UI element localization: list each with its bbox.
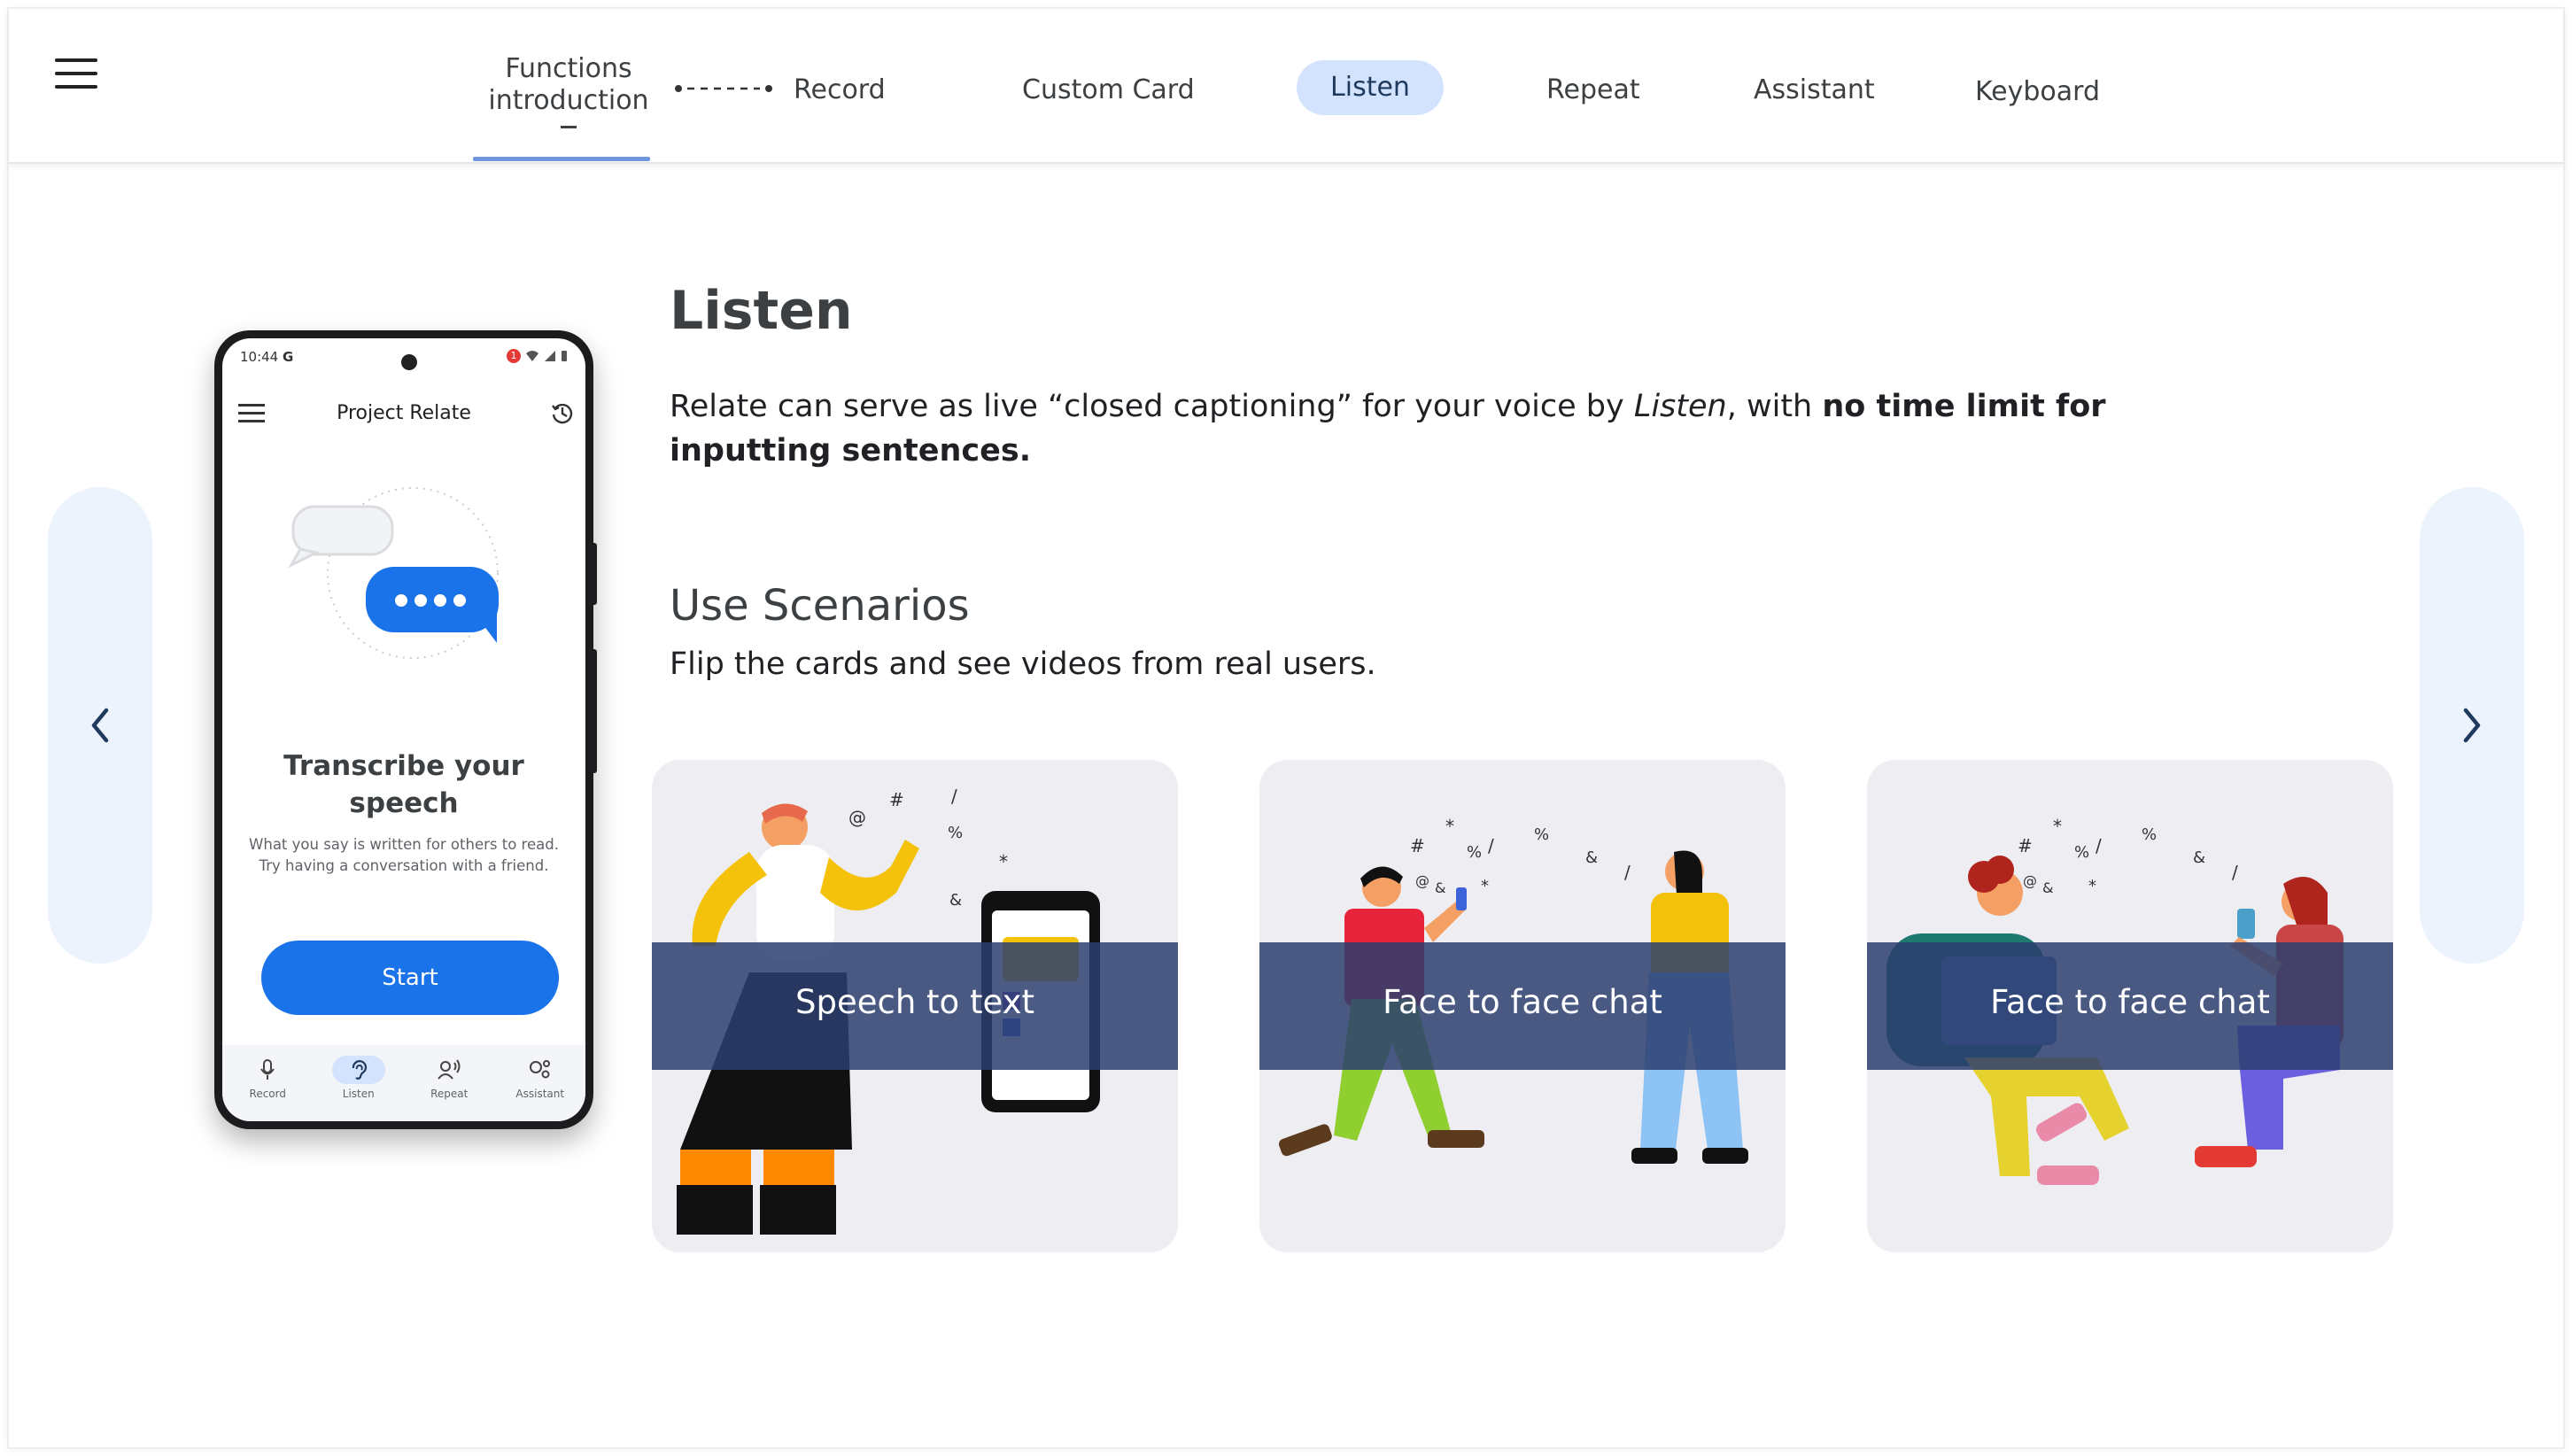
battery-icon (562, 351, 567, 361)
status-icons: 1 (507, 349, 568, 363)
phone-status-bar: 10:44 G 1 (240, 349, 568, 370)
phone-mockup: 10:44 G 1 Project Relate Transcribe your… (214, 330, 597, 1129)
signal-icon (545, 351, 555, 361)
top-navigation-bar: Functions introduction Record Custom Car… (9, 9, 2563, 164)
svg-text:#: # (1410, 835, 1425, 856)
phone-bottom-nav: Record Listen Repeat Assistant (222, 1045, 585, 1121)
tab-keyboard[interactable]: Keyboard (1975, 76, 2100, 107)
svg-text:*: * (1481, 877, 1489, 895)
svg-text:/: / (1624, 862, 1631, 883)
phone-tab-listen[interactable]: Listen (319, 1045, 399, 1121)
svg-text:/: / (2232, 862, 2238, 883)
chevron-right-icon (2463, 708, 2481, 743)
desc-text-2: , with (1726, 389, 1823, 424)
svg-text:%: % (948, 824, 963, 842)
svg-text:&: & (949, 891, 962, 910)
svg-text:%: % (2074, 843, 2089, 862)
previous-slide-button[interactable] (48, 487, 152, 964)
dash-mark (561, 126, 577, 128)
history-icon[interactable] (550, 400, 575, 425)
notification-badge: 1 (507, 349, 521, 363)
phone-tab-listen-label: Listen (342, 1088, 375, 1100)
tab-assistant[interactable]: Assistant (1754, 74, 1875, 105)
svg-text:&: & (2042, 879, 2053, 896)
scenario-card-face-to-face-chat-2[interactable]: # * % / % & / @ & * Face to face chat (1867, 760, 2393, 1252)
svg-text:/: / (951, 786, 957, 807)
scenarios-description: Flip the cards and see videos from real … (670, 647, 1376, 682)
page-frame: Functions introduction Record Custom Car… (9, 9, 2563, 1447)
speaking-person-icon (438, 1059, 461, 1080)
phone-tab-repeat-label: Repeat (430, 1088, 469, 1100)
phone-side-button (590, 543, 597, 605)
phone-volume-button (590, 649, 597, 773)
svg-text:&: & (1585, 848, 1598, 867)
svg-text:&: & (2193, 848, 2205, 867)
front-camera-icon (401, 354, 417, 370)
svg-text:@: @ (2023, 872, 2037, 889)
tab-listen[interactable]: Listen (1297, 60, 1444, 115)
phone-tab-assistant-label: Assistant (515, 1088, 565, 1100)
svg-text:*: * (1445, 816, 1454, 837)
svg-text:/: / (1488, 835, 1494, 856)
svg-text:*: * (2053, 816, 2062, 837)
scenario-card-face-to-face-chat-1[interactable]: # * % / % & / @ & * Face to face chat (1259, 760, 1786, 1252)
phone-tab-record-label: Record (249, 1088, 286, 1100)
phone-description: What you say is written for others to re… (249, 836, 559, 874)
app-title: Project Relate (337, 402, 471, 424)
svg-text:&: & (1435, 879, 1445, 896)
tab-functions-label-line1: Functions (505, 53, 632, 84)
app-bar: Project Relate (222, 391, 585, 436)
chevron-left-icon (91, 708, 109, 743)
desc-text-1: Relate can serve as live “closed caption… (670, 389, 1634, 424)
svg-text:#: # (889, 789, 904, 810)
svg-text:/: / (2096, 835, 2102, 856)
phone-headline: Transcribe your speech (283, 750, 524, 819)
ear-icon (352, 1060, 367, 1080)
wifi-icon (526, 351, 538, 361)
timeline-connector-icon (675, 85, 772, 92)
card-label: Face to face chat (1990, 983, 2270, 1021)
svg-text:#: # (2018, 835, 2033, 856)
tab-record[interactable]: Record (794, 74, 886, 105)
microphone-icon (260, 1059, 275, 1080)
phone-tab-record[interactable]: Record (228, 1045, 307, 1121)
svg-text:%: % (2142, 825, 2157, 844)
svg-text:*: * (999, 851, 1008, 872)
phone-tab-repeat[interactable]: Repeat (409, 1045, 489, 1121)
tab-repeat[interactable]: Repeat (1546, 74, 1640, 105)
chat-bubbles-illustration (288, 487, 499, 659)
feature-description: Relate can serve as live “closed caption… (670, 384, 2228, 473)
tab-functions-introduction[interactable]: Functions introduction (471, 53, 666, 128)
assistant-icon (529, 1060, 550, 1079)
scenario-card-speech-to-text[interactable]: @ # / % * & Speech to text (652, 760, 1178, 1252)
desc-italic: Listen (1633, 389, 1727, 424)
card-label: Speech to text (795, 983, 1034, 1021)
svg-text:@: @ (848, 807, 866, 828)
page-title: Listen (670, 280, 853, 342)
hamburger-menu-icon[interactable] (55, 58, 97, 89)
tab-indicator-underline (473, 157, 650, 161)
tab-functions-label-line2: introduction (488, 85, 649, 116)
next-slide-button[interactable] (2420, 487, 2524, 964)
svg-text:*: * (2088, 877, 2096, 895)
phone-start-button[interactable]: Start (261, 941, 559, 1015)
tab-custom-card[interactable]: Custom Card (1022, 74, 1195, 105)
scenarios-title: Use Scenarios (670, 581, 970, 631)
svg-text:@: @ (1415, 872, 1429, 889)
svg-text:%: % (1534, 825, 1549, 844)
phone-tab-assistant[interactable]: Assistant (500, 1045, 580, 1121)
status-time: 10:44 G (240, 349, 294, 365)
svg-text:%: % (1467, 843, 1482, 862)
phone-screen: 10:44 G 1 Project Relate Transcribe your… (222, 338, 585, 1121)
card-label: Face to face chat (1383, 983, 1662, 1021)
